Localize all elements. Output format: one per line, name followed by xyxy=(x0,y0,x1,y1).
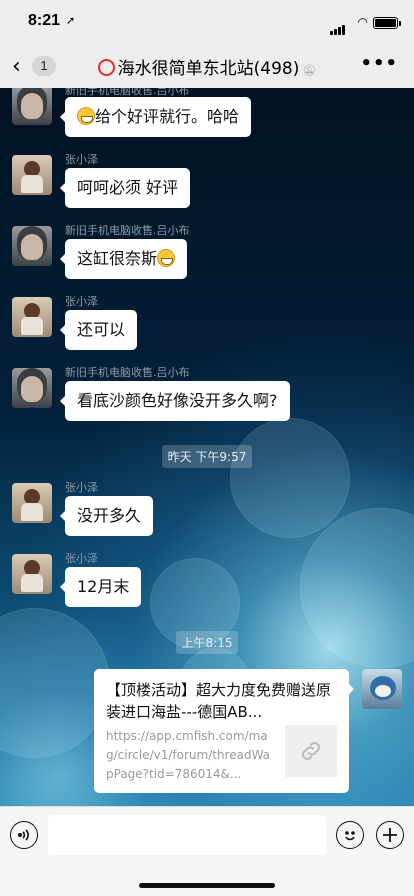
avatar[interactable] xyxy=(12,554,52,594)
avatar[interactable] xyxy=(12,88,52,125)
status-time: 8:21 xyxy=(28,12,61,29)
message-text: 没开多久 xyxy=(77,506,142,525)
link-icon xyxy=(285,725,337,777)
message-bubble[interactable]: 还可以 xyxy=(59,310,138,350)
cellular-signal-icon xyxy=(330,16,346,35)
chat-area[interactable]: 新旧手机电脑收售.吕小布 给个好评就行。哈哈 张小泽 呵呵必须 好评 新旧手机电… xyxy=(0,88,414,806)
sender-name: 新旧手机电脑收售.吕小布 xyxy=(65,224,190,237)
message-bubble[interactable]: 给个好评就行。哈哈 xyxy=(59,97,252,137)
wifi-icon: ◠ xyxy=(357,15,368,29)
battery-icon xyxy=(373,17,401,29)
avatar[interactable] xyxy=(12,483,52,523)
link-card-title: 【顶楼活动】超大力度免费赠送原装进口海盐---德国AB... xyxy=(106,681,332,721)
message-text: 这缸很奈斯 xyxy=(77,249,158,268)
message-bubble[interactable]: 呵呵必须 好评 xyxy=(59,168,191,208)
avatar[interactable] xyxy=(12,368,52,408)
grin-emoji-icon xyxy=(157,249,176,267)
link-card-message[interactable]: 【顶楼活动】超大力度免费赠送原装进口海盐---德国AB... https://a… xyxy=(94,669,354,793)
voice-input-icon[interactable] xyxy=(10,821,38,849)
message-bubble[interactable]: 没开多久 xyxy=(59,496,154,536)
message-text: 看底沙颜色好像没开多久啊? xyxy=(77,391,278,410)
bokeh-decoration xyxy=(230,418,350,538)
status-bar: 8:21 ➚ ◠ xyxy=(0,0,414,44)
red-circle-icon xyxy=(97,59,115,76)
message-text: 给个好评就行。哈哈 xyxy=(95,107,240,126)
sender-name: 张小泽 xyxy=(65,153,98,166)
my-avatar[interactable] xyxy=(362,669,402,709)
message-bubble[interactable]: 看底沙颜色好像没开多久啊? xyxy=(60,381,290,421)
message-bubble[interactable]: 12月末 xyxy=(59,567,142,607)
grin-emoji-icon xyxy=(77,107,95,125)
message-text: 呵呵必须 好评 xyxy=(77,178,179,197)
sender-name: 张小泽 xyxy=(65,481,98,494)
emoji-picker-icon[interactable] xyxy=(336,821,364,849)
nav-bar: ‹ 1 海水很简单东北站(498) 🔕︎ ••• xyxy=(0,44,414,88)
link-card-url: https://app.cmfish.com/mag/circle/v1/for… xyxy=(106,729,271,781)
home-indicator xyxy=(139,883,275,888)
sender-name: 张小泽 xyxy=(65,295,98,308)
chat-title-text: 海水很简单东北站(498) xyxy=(117,59,300,79)
timestamp: 昨天 下午9:57 xyxy=(0,445,414,468)
avatar[interactable] xyxy=(12,155,52,195)
message-input[interactable] xyxy=(48,815,326,855)
more-options-button[interactable]: ••• xyxy=(360,53,398,74)
timestamp-text: 昨天 下午9:57 xyxy=(161,445,253,468)
add-plus-icon[interactable] xyxy=(376,821,404,849)
timestamp-text: 上午8:15 xyxy=(175,631,239,654)
mute-bell-icon: 🔕︎ xyxy=(302,64,317,77)
timestamp: 上午8:15 xyxy=(0,631,414,654)
message-text: 12月末 xyxy=(77,577,130,596)
message-text: 还可以 xyxy=(77,320,126,339)
input-bar xyxy=(0,806,414,896)
avatar[interactable] xyxy=(12,226,52,266)
message-bubble[interactable]: 这缸很奈斯 xyxy=(59,239,188,279)
avatar[interactable] xyxy=(12,297,52,337)
chat-title: 海水很简单东北站(498) 🔕︎ xyxy=(0,54,414,79)
sender-name: 张小泽 xyxy=(65,552,98,565)
sender-name: 新旧手机电脑收售.吕小布 xyxy=(65,366,190,379)
location-arrow-icon: ➚ xyxy=(66,14,76,27)
